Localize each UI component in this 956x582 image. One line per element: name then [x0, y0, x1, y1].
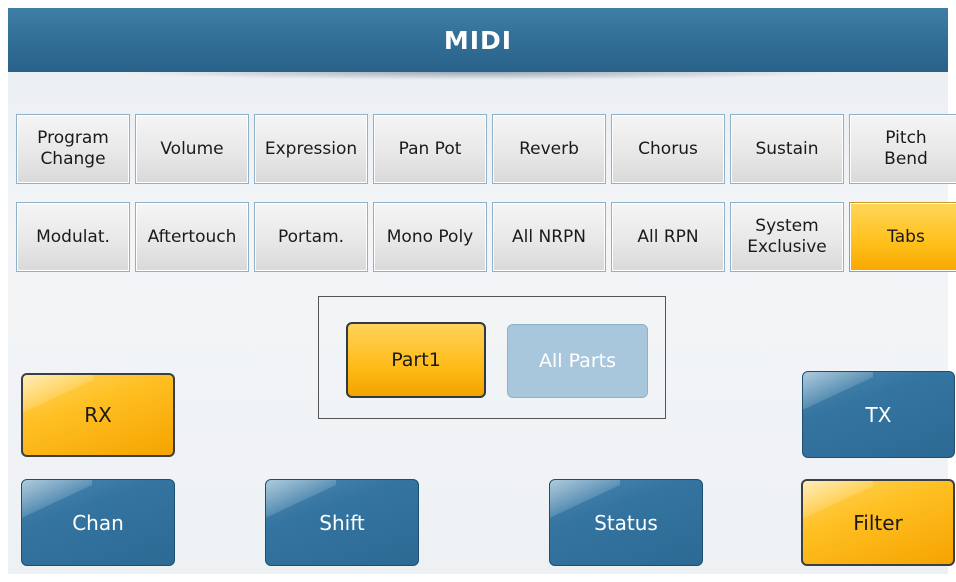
part1-button[interactable]: Part1: [346, 322, 486, 398]
tile-sustain[interactable]: Sustain: [730, 114, 844, 184]
tile-expression[interactable]: Expression: [254, 114, 368, 184]
filter-button[interactable]: Filter: [801, 479, 955, 566]
tx-label: TX: [865, 402, 892, 427]
rx-button[interactable]: RX: [21, 373, 175, 457]
button-gloss: [23, 375, 93, 417]
tile-system-exclusive[interactable]: System Exclusive: [730, 202, 844, 272]
tile-chorus[interactable]: Chorus: [611, 114, 725, 184]
button-gloss: [803, 372, 873, 414]
chan-button[interactable]: Chan: [21, 479, 175, 566]
title-divider: [120, 72, 840, 80]
tile-all-rpn[interactable]: All RPN: [611, 202, 725, 272]
tile-volume[interactable]: Volume: [135, 114, 249, 184]
status-label: Status: [594, 510, 658, 535]
tile-all-nrpn[interactable]: All NRPN: [492, 202, 606, 272]
page-title: MIDI: [8, 8, 948, 72]
tile-pitch-bend[interactable]: Pitch Bend: [849, 114, 956, 184]
tile-tabs[interactable]: Tabs: [849, 202, 956, 272]
tile-program-change[interactable]: Program Change: [16, 114, 130, 184]
all-parts-button[interactable]: All Parts: [507, 324, 648, 398]
tile-mono-poly[interactable]: Mono Poly: [373, 202, 487, 272]
chan-label: Chan: [72, 510, 124, 535]
tx-button[interactable]: TX: [802, 371, 955, 458]
rx-label: RX: [84, 403, 112, 427]
tile-aftertouch[interactable]: Aftertouch: [135, 202, 249, 272]
filter-label: Filter: [853, 510, 903, 535]
shift-button[interactable]: Shift: [265, 479, 419, 566]
tile-modulation[interactable]: Modulat.: [16, 202, 130, 272]
tile-reverb[interactable]: Reverb: [492, 114, 606, 184]
tile-pan-pot[interactable]: Pan Pot: [373, 114, 487, 184]
shift-label: Shift: [319, 510, 365, 535]
status-button[interactable]: Status: [549, 479, 703, 566]
tile-portamento[interactable]: Portam.: [254, 202, 368, 272]
